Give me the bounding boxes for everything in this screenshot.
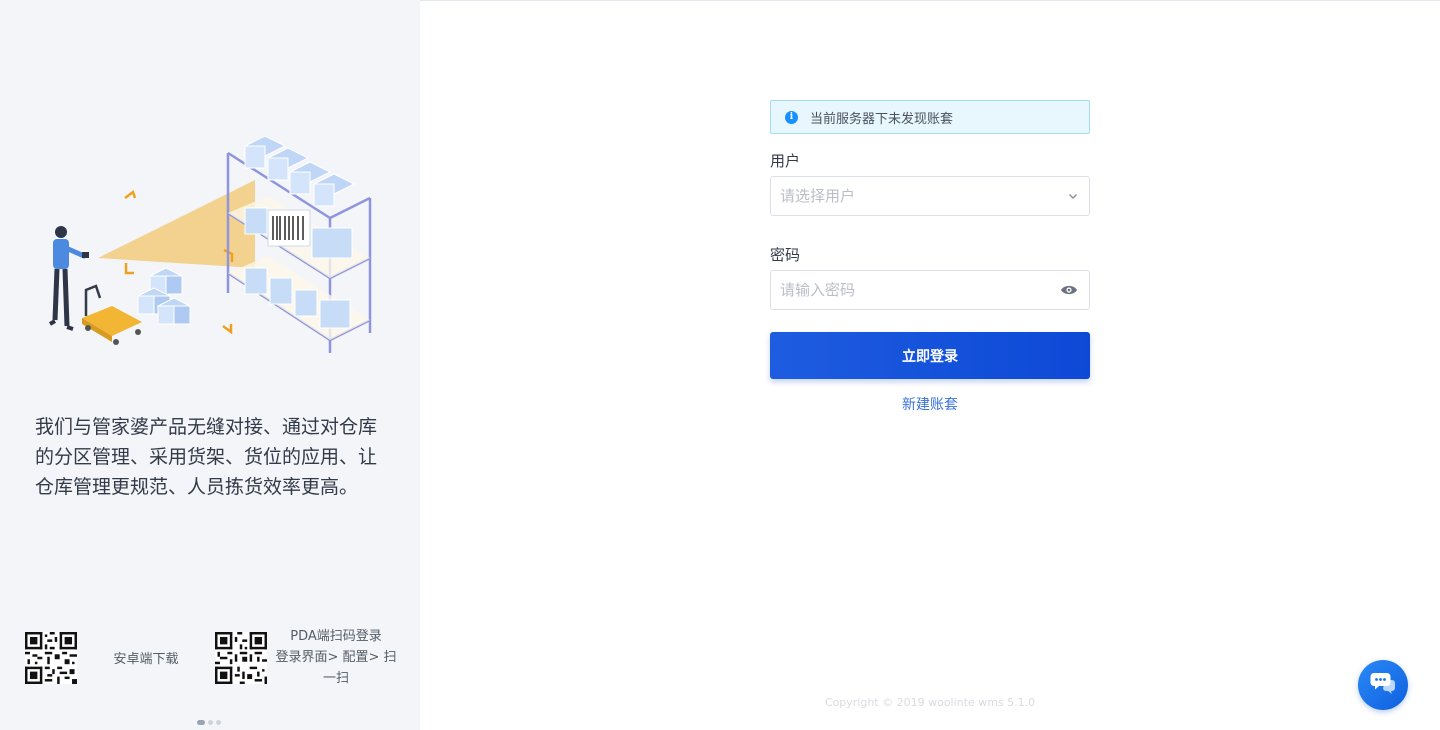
promo-text: 我们与管家婆产品无缝对接、通过对仓库的分区管理、采用货架、货位的应用、让仓库管理… bbox=[35, 416, 378, 498]
new-account-link[interactable]: 新建账套 bbox=[770, 394, 1090, 414]
pda-scan-instructions: PDA端扫码登录 登录界面> 配置> 扫一扫 bbox=[275, 626, 397, 689]
user-select[interactable] bbox=[770, 176, 1090, 216]
left-panel: 我们与管家婆产品无缝对接、通过对仓库的分区管理、采用货架、货位的应用、让仓库管理… bbox=[0, 0, 420, 730]
carousel-indicators bbox=[197, 720, 221, 725]
chevron-down-icon[interactable] bbox=[1057, 177, 1089, 215]
login-button[interactable]: 立即登录 bbox=[770, 332, 1090, 379]
user-label: 用户 bbox=[770, 152, 801, 170]
top-border bbox=[420, 0, 1440, 1]
android-download-label: 安卓端下载 bbox=[113, 652, 179, 667]
no-account-alert: i 当前服务器下未发现账套 bbox=[770, 100, 1090, 134]
pda-qr-code bbox=[215, 632, 267, 684]
carousel-dot-2[interactable] bbox=[208, 720, 213, 725]
eye-icon[interactable] bbox=[1053, 271, 1085, 309]
chat-button[interactable] bbox=[1358, 660, 1408, 710]
pda-scan-title: PDA端扫码登录 bbox=[290, 629, 382, 644]
copyright-text: Copyright © 2019 woolinte wms 5.1.0 bbox=[824, 696, 1036, 709]
password-label: 密码 bbox=[770, 246, 801, 264]
alert-text: 当前服务器下未发现账套 bbox=[810, 111, 954, 127]
info-icon: i bbox=[785, 110, 798, 124]
carousel-dot-1[interactable] bbox=[197, 720, 205, 725]
android-qr-code bbox=[25, 632, 77, 684]
password-input[interactable] bbox=[771, 271, 1053, 309]
user-select-input[interactable] bbox=[771, 177, 1057, 215]
password-field[interactable] bbox=[770, 270, 1090, 310]
chat-bubble-icon bbox=[1370, 672, 1396, 698]
pda-scan-steps: 登录界面> 配置> 扫一扫 bbox=[275, 650, 397, 686]
carousel-dot-3[interactable] bbox=[216, 720, 221, 725]
warehouse-illustration bbox=[40, 128, 380, 358]
